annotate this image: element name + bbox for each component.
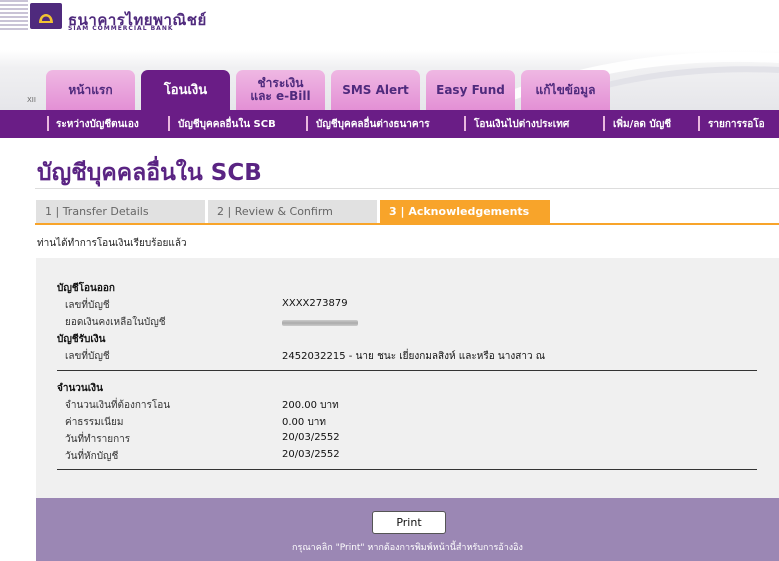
subnav-international-transfer[interactable]: โอนเงินไปต่างประเทศ (474, 117, 569, 132)
fee-label: ค่าธรรมเนียม (65, 417, 124, 428)
subnav-other-bank-accounts[interactable]: บัญชีบุคคลอื่นต่างธนาคาร (316, 117, 430, 132)
tab-transfer-label: โอนเงิน (163, 82, 208, 98)
tab-bill-payment-label-2: และ e-Bill (250, 89, 311, 103)
debit-date-label: วันที่หักบัญชี (65, 451, 119, 462)
subnav-other-scb-accounts[interactable]: บัญชีบุคคลอื่นใน SCB (178, 117, 276, 132)
subnav-separator (464, 116, 466, 131)
to-account-no-value: 2452032215 - นาย ชนะ เยี่ยงกมลสิงห์ และห… (282, 351, 546, 362)
bank-name-en: SIAM COMMERCIAL BANK (68, 25, 174, 32)
subnav-separator (698, 116, 700, 131)
subnav-separator (306, 116, 308, 131)
to-account-no-label: เลขที่บัญชี (65, 351, 110, 362)
transfer-subnav: ระหว่างบัญชีตนเอง บัญชีบุคคลอื่นใน SCB บ… (0, 110, 779, 138)
scb-logo-icon[interactable] (30, 3, 62, 29)
to-account-heading: บัญชีรับเงิน (57, 334, 106, 345)
small-label: XII (27, 96, 36, 104)
debit-date-value: 20/03/2552 (282, 449, 340, 460)
header-stripes (0, 0, 28, 30)
tab-easy-fund-label: Easy Fund (436, 82, 505, 97)
from-account-no-label: เลขที่บัญชี (65, 300, 110, 311)
subnav-add-remove-accounts[interactable]: เพิ่ม/ลด บัญชี (613, 117, 671, 132)
page-title: บัญชีบุคคลอื่นใน SCB (37, 160, 262, 186)
tab-edit-profile[interactable]: แก้ไขข้อมูล (521, 70, 610, 110)
balance-redacted (282, 320, 358, 326)
subnav-separator (168, 116, 170, 131)
tab-home[interactable]: หน้าแรก (46, 70, 135, 110)
bottom-divider (57, 469, 757, 470)
step-review-confirm: 2 | Review & Confirm (208, 200, 377, 223)
transaction-date-value: 20/03/2552 (282, 432, 340, 443)
amount-heading: จำนวนเงิน (57, 383, 103, 394)
from-account-heading: บัญชีโอนออก (57, 283, 115, 294)
from-account-no-value: XXXX273879 (282, 298, 348, 309)
tab-bill-payment[interactable]: ชำระเงิน และ e-Bill (236, 70, 325, 110)
success-message: ท่านได้ทำการโอนเงินเรียบร้อยแล้ว (37, 238, 187, 249)
subnav-own-accounts[interactable]: ระหว่างบัญชีตนเอง (56, 117, 139, 132)
print-button[interactable]: Print (372, 511, 446, 534)
tab-home-label: หน้าแรก (68, 82, 113, 97)
step-transfer-details: 1 | Transfer Details (36, 200, 205, 223)
transaction-date-label: วันที่ทำรายการ (65, 434, 131, 445)
subnav-separator (603, 116, 605, 131)
tab-transfer[interactable]: โอนเงิน (141, 70, 230, 110)
transfer-amount-value: 200.00 บาท (282, 400, 339, 411)
subnav-pending-transfers[interactable]: รายการรอโอ (708, 117, 765, 132)
section-divider (57, 370, 757, 371)
transfer-amount-label: จำนวนเงินที่ต้องการโอน (65, 400, 171, 411)
balance-label: ยอดเงินคงเหลือในบัญชี (65, 317, 166, 328)
print-hint: กรุณาคลิก "Print" หากต้องการพิมพ์หน้านี้… (292, 543, 523, 553)
subnav-separator (47, 116, 49, 131)
tab-sms-alert[interactable]: SMS Alert (331, 70, 420, 110)
step-acknowledgements: 3 | Acknowledgements (380, 200, 550, 223)
details-panel (36, 258, 779, 498)
tab-edit-profile-label: แก้ไขข้อมูล (535, 82, 596, 97)
tab-easy-fund[interactable]: Easy Fund (426, 70, 515, 110)
step-underline (35, 223, 779, 225)
tab-sms-alert-label: SMS Alert (342, 82, 409, 97)
fee-value: 0.00 บาท (282, 417, 326, 428)
title-divider (35, 188, 779, 189)
